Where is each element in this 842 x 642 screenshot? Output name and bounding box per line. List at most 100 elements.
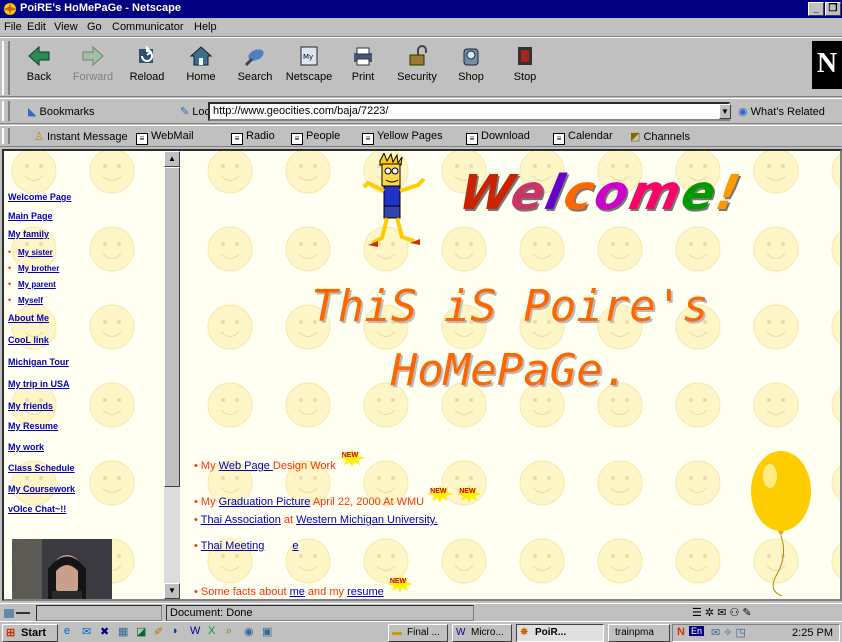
word-icon: W xyxy=(456,627,466,638)
home-button[interactable]: Home xyxy=(174,41,228,95)
nav-my-coursework[interactable]: My Coursework xyxy=(8,484,75,494)
security-button[interactable]: Security xyxy=(390,41,444,95)
print-button[interactable]: Print xyxy=(336,41,390,95)
stop-button[interactable]: Stop xyxy=(498,41,552,95)
back-button[interactable]: Back xyxy=(12,41,66,95)
word-quicklaunch-icon[interactable]: W xyxy=(190,625,205,640)
task-trainpma[interactable]: trainpma xyxy=(608,624,670,642)
forward-button[interactable]: Forward xyxy=(66,41,120,95)
nav-michigan-tour[interactable]: Michigan Tour xyxy=(8,357,69,367)
nav-my-family[interactable]: My family xyxy=(8,229,49,239)
about-me-link[interactable]: me xyxy=(290,586,305,598)
nav-voice-chat[interactable]: vOIce Chat~!! xyxy=(8,504,66,514)
component-bar-icon[interactable]: ☰ ✲ ✉ ⚇ ✎ xyxy=(692,606,752,619)
nav-welcome-page[interactable]: Welcome Page xyxy=(8,192,71,202)
left-frame-scrollbar[interactable]: ▲ ▼ xyxy=(164,151,180,599)
outlook-quicklaunch-icon[interactable]: ✉ xyxy=(82,625,97,640)
nav-class-schedule[interactable]: Class Schedule xyxy=(8,463,75,473)
smiley-pattern-icon xyxy=(89,304,135,350)
taskbar: ⊞ Start e ✉ ✖ ▦ ◪ ✐ ◗ W X ⌕ ◉ ▣ ▬ Final .… xyxy=(0,621,842,642)
desktop-quicklaunch-icon[interactable]: ▦ xyxy=(118,625,133,640)
yellow-pages-button[interactable]: ≡ Yellow Pages xyxy=(362,130,443,145)
url-field[interactable]: http://www.geocities.com/baja/7223/ xyxy=(208,102,730,121)
web-page-link[interactable]: Web Page xyxy=(219,460,273,472)
url-dropdown-icon[interactable]: ▼ xyxy=(719,104,731,119)
thai-meeting-link[interactable]: Thai Meeting xyxy=(201,540,265,552)
nav-my-parent[interactable]: My parent xyxy=(18,280,56,289)
channels-button[interactable]: ◩ Channels xyxy=(630,130,690,143)
download-button[interactable]: ≡ Download xyxy=(466,130,530,145)
task-poire[interactable]: ✸ PoiR... xyxy=(516,624,604,642)
netscape-app-icon[interactable] xyxy=(2,1,18,17)
excel-quicklaunch-icon[interactable]: ✖ xyxy=(100,625,115,640)
nav-trip-usa[interactable]: My trip in USA xyxy=(8,379,70,389)
task-micro[interactable]: W Micro... xyxy=(452,624,512,642)
clock: 2:25 PM xyxy=(792,627,833,639)
nav-my-sister[interactable]: My sister xyxy=(18,248,53,257)
smiley-pattern-icon xyxy=(597,226,643,272)
smiley-pattern-icon xyxy=(519,538,565,584)
minimize-icon[interactable]: _ xyxy=(808,2,824,16)
my-netscape-button[interactable]: My Netscape xyxy=(282,41,336,95)
norton-icon[interactable]: N xyxy=(677,626,685,638)
nav-main-page[interactable]: Main Page xyxy=(8,211,53,221)
edit-quicklaunch-icon[interactable]: ✐ xyxy=(154,625,169,640)
nav-about-me[interactable]: About Me xyxy=(8,313,49,323)
list-item: • My Graduation Picture April 22, 2000 A… xyxy=(194,485,483,508)
menu-edit[interactable]: Edit xyxy=(27,21,46,33)
nav-my-brother[interactable]: My brother xyxy=(18,264,59,273)
browser-quicklaunch-icon[interactable]: ◉ xyxy=(244,625,259,640)
back-label: Back xyxy=(26,71,52,83)
resume-link[interactable]: resume xyxy=(347,586,384,598)
menu-communicator[interactable]: Communicator xyxy=(112,21,184,33)
people-button[interactable]: ≡ People xyxy=(291,130,340,145)
scroll-down-icon[interactable]: ▼ xyxy=(164,583,180,599)
menu-help[interactable]: Help xyxy=(194,21,217,33)
shop-button[interactable]: Shop xyxy=(444,41,498,95)
smiley-pattern-icon xyxy=(597,538,643,584)
search-button[interactable]: Search xyxy=(228,41,282,95)
language-indicator[interactable]: En xyxy=(689,626,705,636)
security-label: Security xyxy=(397,71,437,83)
menu-view[interactable]: View xyxy=(54,21,78,33)
menu-go[interactable]: Go xyxy=(87,21,102,33)
scroll-thumb[interactable] xyxy=(164,167,180,487)
wmu-link[interactable]: Western Michigan University. xyxy=(296,514,437,526)
bookmarks-button[interactable]: ◣ Bookmarks xyxy=(28,105,95,118)
smiley-pattern-icon xyxy=(753,226,799,272)
whats-related-button[interactable]: ◉ What's Related xyxy=(738,105,825,118)
thai-meeting-link-tail[interactable]: e xyxy=(292,540,298,552)
nav-myself[interactable]: Myself xyxy=(18,296,43,305)
excel2-quicklaunch-icon[interactable]: X xyxy=(208,625,223,640)
ie-quicklaunch-icon[interactable]: e xyxy=(64,625,79,640)
nav-my-friends[interactable]: My friends xyxy=(8,401,53,411)
task-final[interactable]: ▬ Final ... xyxy=(388,624,448,642)
window-quicklaunch-icon[interactable]: ▣ xyxy=(262,625,277,640)
location-grip[interactable] xyxy=(2,101,10,121)
start-button[interactable]: ⊞ Start xyxy=(2,624,58,642)
calendar-button[interactable]: ≡ Calendar xyxy=(553,130,613,145)
person-icon: ♙ xyxy=(34,131,44,143)
search-quicklaunch-icon[interactable]: ⌕ xyxy=(226,625,241,640)
reload-button[interactable]: Reload xyxy=(120,41,174,95)
instant-message-button[interactable]: ♙ Instant Message xyxy=(34,130,128,143)
nav-my-work[interactable]: My work xyxy=(8,442,44,452)
nav-my-resume[interactable]: My Resume xyxy=(8,421,58,431)
netscape-logo[interactable]: N xyxy=(812,41,842,89)
nav-cool-link[interactable]: CooL link xyxy=(8,335,49,345)
restore-icon[interactable]: ❐ xyxy=(825,2,841,16)
menu-file[interactable]: File xyxy=(4,21,22,33)
webmail-button[interactable]: ≡ WebMail xyxy=(136,130,194,145)
app-quicklaunch-icon[interactable]: ◪ xyxy=(136,625,151,640)
personal-grip[interactable] xyxy=(2,128,10,144)
whats-related-label: What's Related xyxy=(750,106,825,118)
graduation-picture-link[interactable]: Graduation Picture xyxy=(219,496,311,508)
smiley-pattern-icon xyxy=(675,460,721,506)
chat-quicklaunch-icon[interactable]: ◗ xyxy=(172,625,187,640)
smiley-pattern-icon xyxy=(675,226,721,272)
thai-association-link[interactable]: Thai Association xyxy=(201,514,281,526)
toolbar-grip[interactable] xyxy=(2,41,10,95)
scroll-up-icon[interactable]: ▲ xyxy=(164,151,180,167)
radio-button[interactable]: ≡ Radio xyxy=(231,130,275,145)
tray-apps-icon[interactable]: ✉ ✧ ◳ xyxy=(711,626,746,639)
